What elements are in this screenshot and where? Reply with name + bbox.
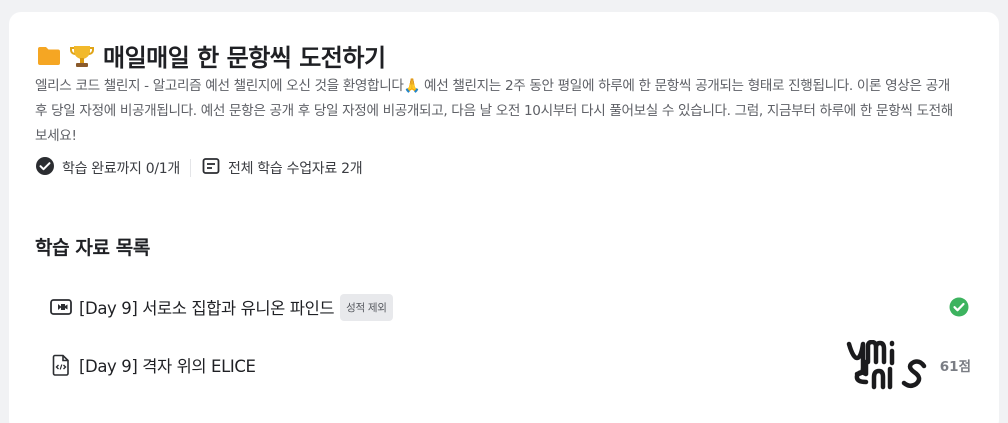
- course-description: 엘리스 코드 챌린지 - 알고리즘 예선 챌린지에 오신 것을 환영합니다🙏 예…: [35, 78, 953, 144]
- materials-label: 전체 학습 수업자료 2개: [228, 161, 363, 177]
- title-row: 매일매일 한 문항씩 도전하기: [37, 38, 386, 73]
- video-icon: [49, 295, 73, 319]
- document-icon: [201, 156, 221, 180]
- materials-info: 전체 학습 수업자료 2개: [201, 156, 363, 180]
- signature-stamp: [846, 339, 928, 390]
- check-circle-icon: [35, 156, 55, 180]
- item-title: [Day 9] 격자 위의 ELICE: [79, 357, 256, 376]
- excluded-badge: 성적 제외: [340, 293, 393, 321]
- item-title: [Day 9] 서로소 집합과 유니온 파인드: [79, 299, 335, 318]
- list-item[interactable]: [Day 9] 서로소 집합과 유니온 파인드 성적 제외: [37, 287, 971, 327]
- list-item[interactable]: [Day 9] 격자 위의 ELICE 61점: [37, 339, 971, 390]
- course-card: 매일매일 한 문항씩 도전하기 엘리스 코드 챌린지 - 알고리즘 예선 챌린지…: [9, 12, 999, 423]
- item-status: 61점: [846, 339, 971, 390]
- progress-label: 학습 완료까지 0/1개: [62, 161, 180, 177]
- code-file-icon: [49, 353, 73, 377]
- trophy-icon: [69, 43, 95, 69]
- completed-check-icon: [948, 296, 970, 318]
- score-label: 61점: [939, 359, 971, 375]
- meta-divider: [190, 159, 191, 177]
- item-status: [948, 296, 971, 318]
- progress-info: 학습 완료까지 0/1개: [35, 156, 180, 180]
- section-title: 학습 자료 목록: [35, 237, 150, 259]
- folder-icon: [37, 46, 61, 66]
- course-meta: 학습 완료까지 0/1개 전체 학습 수업자료 2개: [35, 156, 363, 180]
- page-title: 매일매일 한 문항씩 도전하기: [103, 44, 386, 72]
